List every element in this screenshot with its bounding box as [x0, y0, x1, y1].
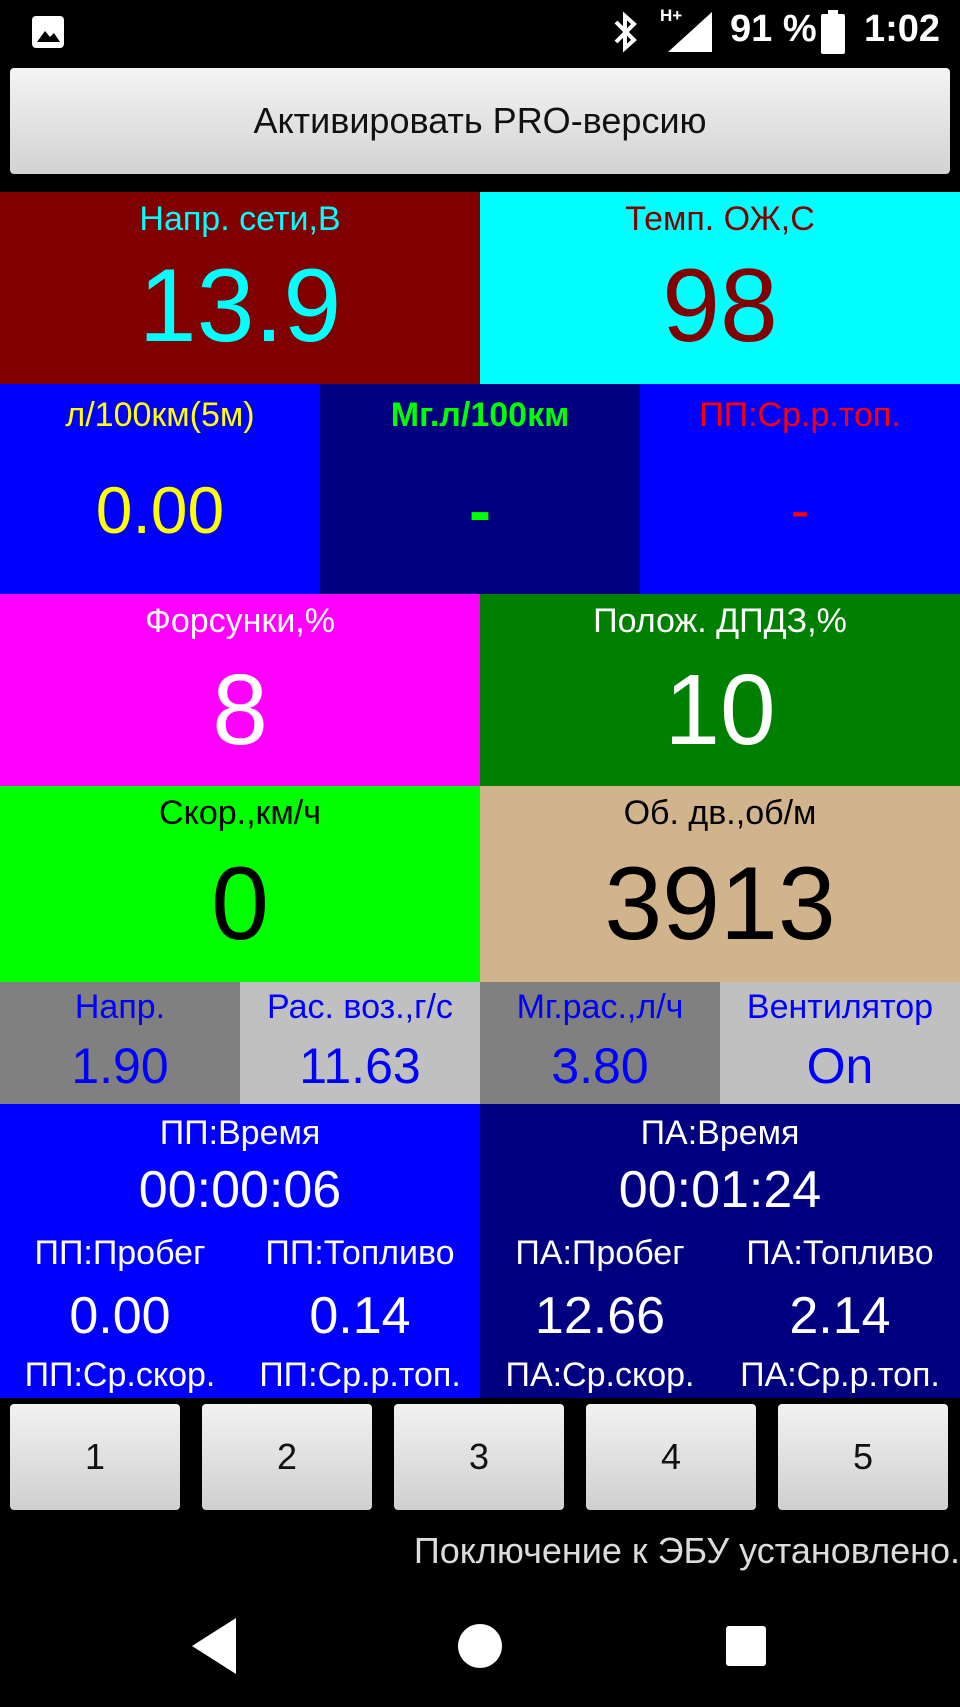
fuel-instant-label: Мг.л/100км	[390, 396, 570, 434]
battery-percent: 91 %	[730, 8, 817, 50]
page-button-3[interactable]: 3	[394, 1404, 564, 1510]
connection-status: Поключение к ЭБУ установлено.	[413, 1530, 960, 1571]
coolant-temp-tile: Темп. ОЖ,С 98	[480, 192, 960, 384]
nav-bar	[0, 1590, 960, 1707]
trip-total-time-value: 00:01:24	[618, 1161, 822, 1219]
fuel-rate-value: 3.80	[551, 1038, 649, 1094]
fan-tile: Вентилятор On	[720, 982, 960, 1104]
trip-total-fuel-label: ПА:Топливо	[746, 1234, 934, 1272]
image-icon	[32, 16, 64, 48]
status-bar: H+ 91 % 1:02	[0, 0, 960, 64]
speed-tile: Скор.,км/ч 0	[0, 786, 480, 982]
fuel-5m-value: 0.00	[95, 473, 225, 547]
trip-current-panel: ПП:Время 00:00:06 ПП:Пробег ПП:Топливо 0…	[0, 1104, 480, 1398]
fuel-avg-tile: ПП:Ср.р.топ. -	[640, 384, 960, 594]
trip-current-time-label: ПП:Время	[159, 1114, 321, 1152]
throttle-tile: Полож. ДПДЗ,% 10	[480, 594, 960, 786]
fan-label: Вентилятор	[746, 988, 934, 1026]
back-icon[interactable]	[186, 1614, 242, 1678]
trip-total-avg-speed-label: ПА:Ср.скор.	[505, 1356, 695, 1394]
rpm-tile: Об. дв.,об/м 3913	[480, 786, 960, 982]
trip-current-avg-fuel-label: ПП:Ср.р.топ.	[259, 1356, 461, 1394]
trip-total-distance-value: 12.66	[534, 1287, 666, 1345]
fuel-instant-tile: Мг.л/100км -	[320, 384, 640, 594]
speed-label: Скор.,км/ч	[159, 794, 321, 832]
rpm-value: 3913	[604, 846, 836, 962]
sensor-voltage-tile: Напр. 1.90	[0, 982, 240, 1104]
airflow-tile: Рас. воз.,г/с 11.63	[240, 982, 480, 1104]
coolant-temp-label: Темп. ОЖ,С	[625, 200, 815, 238]
trip-total-distance-label: ПА:Пробег	[515, 1234, 685, 1272]
fan-value: On	[806, 1038, 874, 1094]
trip-total-panel: ПА:Время 00:01:24 ПА:Пробег ПА:Топливо 1…	[480, 1104, 960, 1398]
sensor-voltage-value: 1.90	[71, 1038, 169, 1094]
signal-icon	[668, 12, 712, 52]
page-button-4[interactable]: 4	[586, 1404, 756, 1510]
page-button-1[interactable]: 1	[10, 1404, 180, 1510]
clock: 1:02	[864, 8, 941, 50]
speed-value: 0	[211, 846, 269, 962]
fuel-rate-label: Мг.рас.,л/ч	[516, 988, 684, 1026]
trip-current-avg-speed-label: ПП:Ср.скор.	[24, 1356, 216, 1394]
page-button-5[interactable]: 5	[778, 1404, 948, 1510]
trip-current-time-value: 00:00:06	[138, 1161, 342, 1219]
fuel-instant-value: -	[469, 473, 491, 547]
recents-icon[interactable]	[724, 1624, 768, 1668]
fuel-rate-tile: Мг.рас.,л/ч 3.80	[480, 982, 720, 1104]
injectors-tile: Форсунки,% 8	[0, 594, 480, 786]
home-icon[interactable]	[456, 1622, 504, 1670]
voltage-label: Напр. сети,В	[139, 200, 341, 238]
throttle-value: 10	[664, 654, 776, 766]
trip-total-fuel-value: 2.14	[789, 1287, 891, 1345]
airflow-label: Рас. воз.,г/с	[267, 988, 453, 1026]
page-button-2[interactable]: 2	[202, 1404, 372, 1510]
trip-current-fuel-value: 0.14	[309, 1287, 411, 1345]
bluetooth-icon	[614, 11, 637, 53]
fuel-avg-value: -	[790, 478, 810, 541]
activate-pro-button[interactable]: Активировать PRO-версию	[10, 68, 950, 174]
injectors-value: 8	[212, 654, 268, 766]
trip-current-distance-value: 0.00	[69, 1287, 171, 1345]
voltage-value: 13.9	[138, 248, 342, 364]
battery-icon	[821, 10, 845, 54]
trip-current-fuel-label: ПП:Топливо	[265, 1234, 455, 1272]
airflow-value: 11.63	[299, 1038, 421, 1094]
fuel-5m-tile: л/100км(5м) 0.00	[0, 384, 320, 594]
voltage-tile: Напр. сети,В 13.9	[0, 192, 480, 384]
sensor-voltage-label: Напр.	[74, 988, 166, 1026]
fuel-avg-label: ПП:Ср.р.топ.	[699, 396, 901, 434]
injectors-label: Форсунки,%	[145, 602, 335, 640]
trip-current-distance-label: ПП:Пробег	[34, 1234, 206, 1272]
coolant-temp-value: 98	[662, 248, 778, 364]
rpm-label: Об. дв.,об/м	[623, 794, 817, 832]
throttle-label: Полож. ДПДЗ,%	[593, 602, 847, 640]
fuel-5m-label: л/100км(5м)	[65, 396, 255, 434]
trip-total-time-label: ПА:Время	[640, 1114, 800, 1152]
trip-total-avg-fuel-label: ПА:Ср.р.топ.	[740, 1356, 940, 1394]
